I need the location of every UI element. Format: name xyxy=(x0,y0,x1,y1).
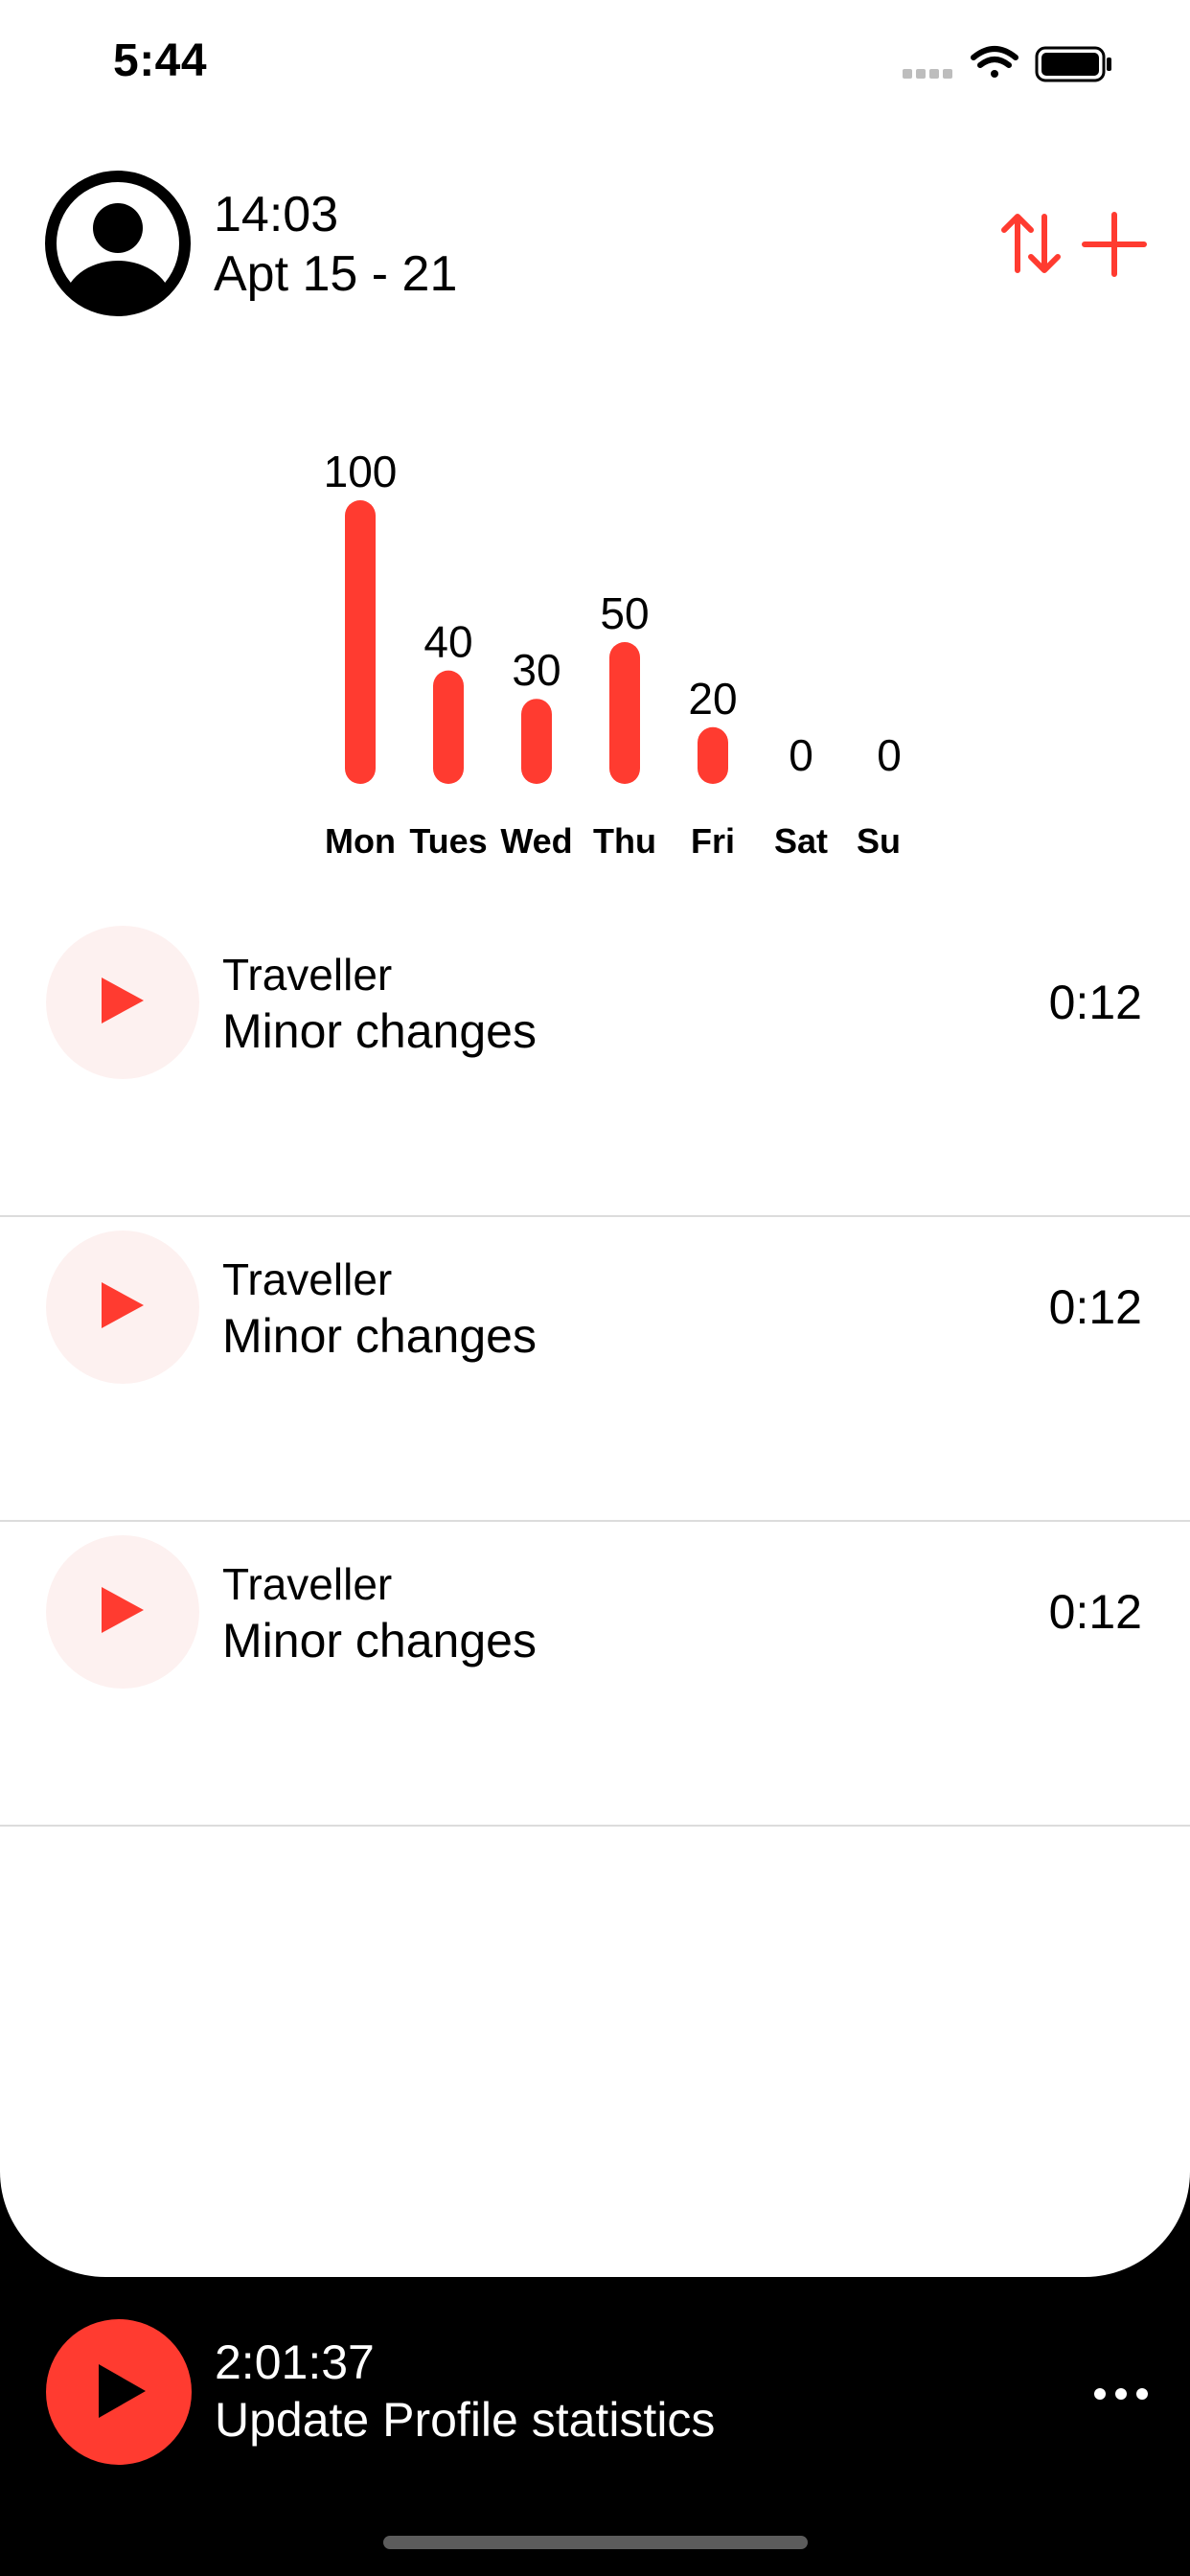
weekly-bar-chart: 100 Mon 40 Tues 30 Wed 50 Thu 20 Fri 0 Sat 0 Sun xyxy=(324,447,901,861)
main-sheet: 5:44 14:03 Apt 15 - 21 100 Mon 40 Tues 3… xyxy=(0,0,1190,2277)
list-item[interactable]: Traveller Minor changes 0:12 xyxy=(0,1522,1190,1827)
play-button[interactable] xyxy=(46,926,199,1079)
chart-bar-tues xyxy=(433,670,464,784)
battery-icon xyxy=(1035,46,1111,82)
chart-value-label: 20 xyxy=(688,674,737,724)
wifi-icon xyxy=(971,46,1018,78)
chart-value-label: 100 xyxy=(324,447,398,496)
player-time: 2:01:37 xyxy=(215,2335,375,2389)
item-title: Minor changes xyxy=(222,1004,537,1058)
play-icon xyxy=(102,978,144,1024)
chart-bar-fri xyxy=(698,726,728,784)
play-icon xyxy=(102,1282,144,1328)
play-icon xyxy=(102,1587,144,1633)
person-circle-icon[interactable] xyxy=(45,171,191,316)
play-button[interactable] xyxy=(46,1535,199,1689)
item-subtitle: Traveller xyxy=(222,950,393,1000)
chart-category-label: Thu xyxy=(593,821,656,861)
play-icon xyxy=(99,2364,146,2418)
item-subtitle: Traveller xyxy=(222,1254,393,1304)
chart-category-label: Wed xyxy=(500,821,572,861)
home-indicator xyxy=(383,2536,808,2549)
item-duration: 0:12 xyxy=(1048,1585,1142,1639)
player-play-button[interactable] xyxy=(46,2319,192,2465)
header-date-range: Apt 15 - 21 xyxy=(214,246,458,302)
item-title: Minor changes xyxy=(222,1309,537,1363)
signal-icon xyxy=(903,69,952,79)
chart-value-label: 40 xyxy=(423,617,472,667)
chart-value-label: 0 xyxy=(789,730,813,780)
header-time: 14:03 xyxy=(214,187,339,242)
status-time: 5:44 xyxy=(113,35,208,86)
chart-bar-mon xyxy=(345,500,376,784)
play-button[interactable] xyxy=(46,1230,199,1384)
chart-value-label: 50 xyxy=(600,588,649,638)
item-duration: 0:12 xyxy=(1048,976,1142,1029)
player-title: Update Profile statistics xyxy=(215,2393,716,2447)
list-item[interactable]: Traveller Minor changes 0:12 xyxy=(0,1217,1190,1522)
item-duration: 0:12 xyxy=(1048,1280,1142,1334)
chart-category-label: Sun xyxy=(857,821,901,861)
chart-category-label: Sat xyxy=(774,821,828,861)
item-title: Minor changes xyxy=(222,1614,537,1668)
chart-value-label: 0 xyxy=(877,730,901,780)
ellipsis-icon[interactable] xyxy=(1092,2375,1150,2413)
chart-bar-wed xyxy=(521,699,552,784)
status-icons xyxy=(903,46,1111,82)
chart-value-label: 30 xyxy=(512,645,561,695)
sort-arrows-icon[interactable] xyxy=(996,209,1065,278)
chart-bar-thu xyxy=(609,642,640,784)
session-list: Traveller Minor changes 0:12 Traveller M… xyxy=(0,912,1190,1827)
plus-icon[interactable] xyxy=(1081,211,1148,278)
chart-category-label: Tues xyxy=(409,821,487,861)
item-subtitle: Traveller xyxy=(222,1559,393,1609)
chart-category-label: Mon xyxy=(325,821,396,861)
list-item[interactable]: Traveller Minor changes 0:12 xyxy=(0,912,1190,1217)
chart-category-label: Fri xyxy=(691,821,735,861)
